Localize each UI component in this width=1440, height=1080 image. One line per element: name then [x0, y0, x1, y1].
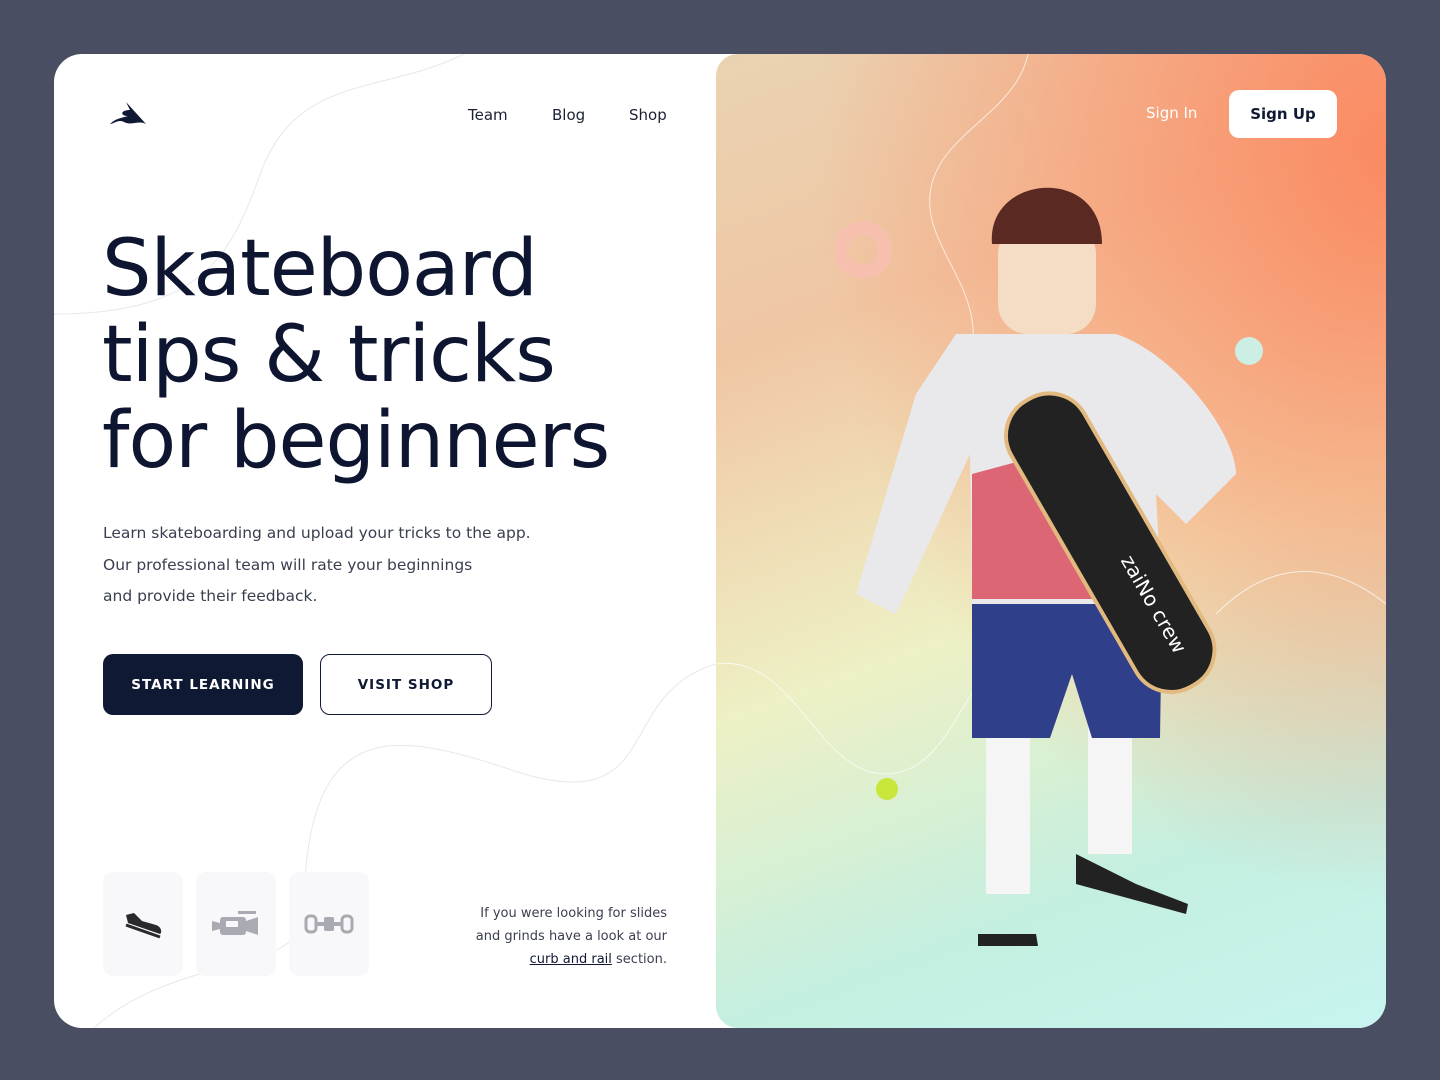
title-line: tips & tricks	[102, 310, 556, 400]
nav-team[interactable]: Team	[468, 106, 508, 124]
note-line: curb and rail section.	[476, 948, 667, 971]
curb-rail-note: If you were looking for slides and grind…	[476, 902, 667, 971]
hero-illustration-panel: zaiNo crew Sign In Sign Up	[716, 54, 1386, 1028]
sign-in-link[interactable]: Sign In	[1146, 104, 1197, 122]
page-title: Skateboard tips & tricks for beginners	[102, 224, 610, 486]
logo-icon[interactable]	[108, 100, 148, 128]
title-line: Skateboard	[102, 224, 538, 314]
sign-up-button[interactable]: Sign Up	[1229, 90, 1337, 138]
mint-ball	[1235, 337, 1263, 365]
shoe-icon	[125, 913, 162, 939]
note-tail: section.	[611, 952, 667, 967]
title-line: for beginners	[102, 396, 610, 486]
video-camera-icon	[212, 911, 258, 935]
nav-shop[interactable]: Shop	[629, 106, 667, 124]
donut-shape	[834, 221, 892, 279]
description-line: and provide their feedback.	[103, 587, 318, 605]
tile-camera[interactable]	[196, 872, 276, 976]
tennis-ball	[876, 778, 898, 800]
landing-card: Team Blog Shop Skateboard tips & tricks …	[54, 54, 1386, 1028]
tile-shoe[interactable]	[103, 872, 183, 976]
left-panel: Team Blog Shop Skateboard tips & tricks …	[54, 54, 716, 1028]
hero-description: Learn skateboarding and upload your tric…	[103, 518, 531, 613]
skater-illustration: zaiNo crew	[716, 54, 1386, 946]
note-line: and grinds have a look at our	[475, 929, 667, 944]
nav-blog[interactable]: Blog	[552, 106, 585, 124]
curb-and-rail-link[interactable]: curb and rail	[530, 952, 612, 967]
description-line: Our professional team will rate your beg…	[103, 555, 473, 574]
description-line: Learn skateboarding and upload your tric…	[103, 524, 531, 542]
tile-truck[interactable]	[289, 872, 369, 976]
skateboard-truck-icon	[304, 914, 354, 934]
visit-shop-button[interactable]: VISIT SHOP	[320, 654, 492, 715]
note-line: If you were looking for slides	[480, 906, 667, 921]
start-learning-button[interactable]: START LEARNING	[103, 654, 303, 715]
